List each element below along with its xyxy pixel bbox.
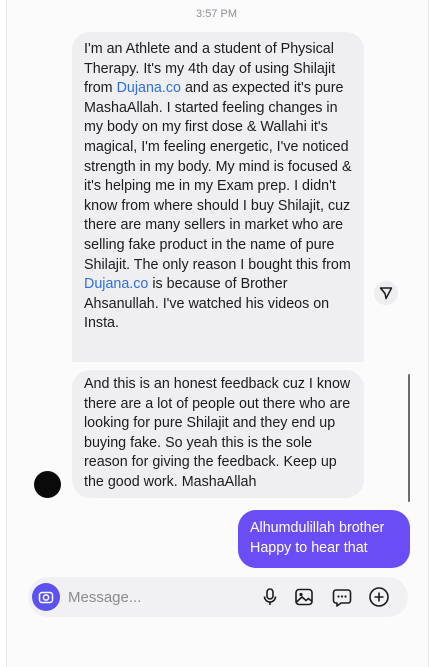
camera-button[interactable] — [32, 583, 60, 611]
incoming-message-2[interactable]: And this is an honest feedback cuz I kno… — [72, 370, 364, 498]
message-timestamp: 3:57 PM — [196, 8, 237, 20]
send-arrow-icon — [379, 287, 393, 300]
plus-icon — [369, 587, 389, 607]
dujana-link[interactable]: Dujana.co — [84, 276, 148, 292]
message-composer — [28, 577, 408, 617]
outgoing-message[interactable]: Alhumdulillah brother Happy to hear that — [238, 510, 410, 568]
camera-icon — [38, 591, 54, 604]
scrollbar[interactable] — [408, 374, 410, 502]
avatar[interactable] — [34, 471, 61, 498]
message-input[interactable] — [68, 587, 248, 607]
message-text: and as expected it's pure MashaAllah. I … — [84, 80, 352, 273]
share-icon[interactable] — [374, 281, 398, 305]
microphone-icon — [263, 588, 277, 605]
sticker-icon — [332, 589, 352, 607]
microphone-button[interactable] — [258, 585, 282, 609]
image-icon — [295, 588, 313, 606]
add-button[interactable] — [367, 585, 391, 609]
sticker-button[interactable] — [330, 585, 354, 609]
gallery-button[interactable] — [292, 585, 316, 609]
dujana-link[interactable]: Dujana.co — [117, 80, 181, 96]
incoming-message-1[interactable]: I'm an Athlete and a student of Physical… — [72, 32, 364, 362]
